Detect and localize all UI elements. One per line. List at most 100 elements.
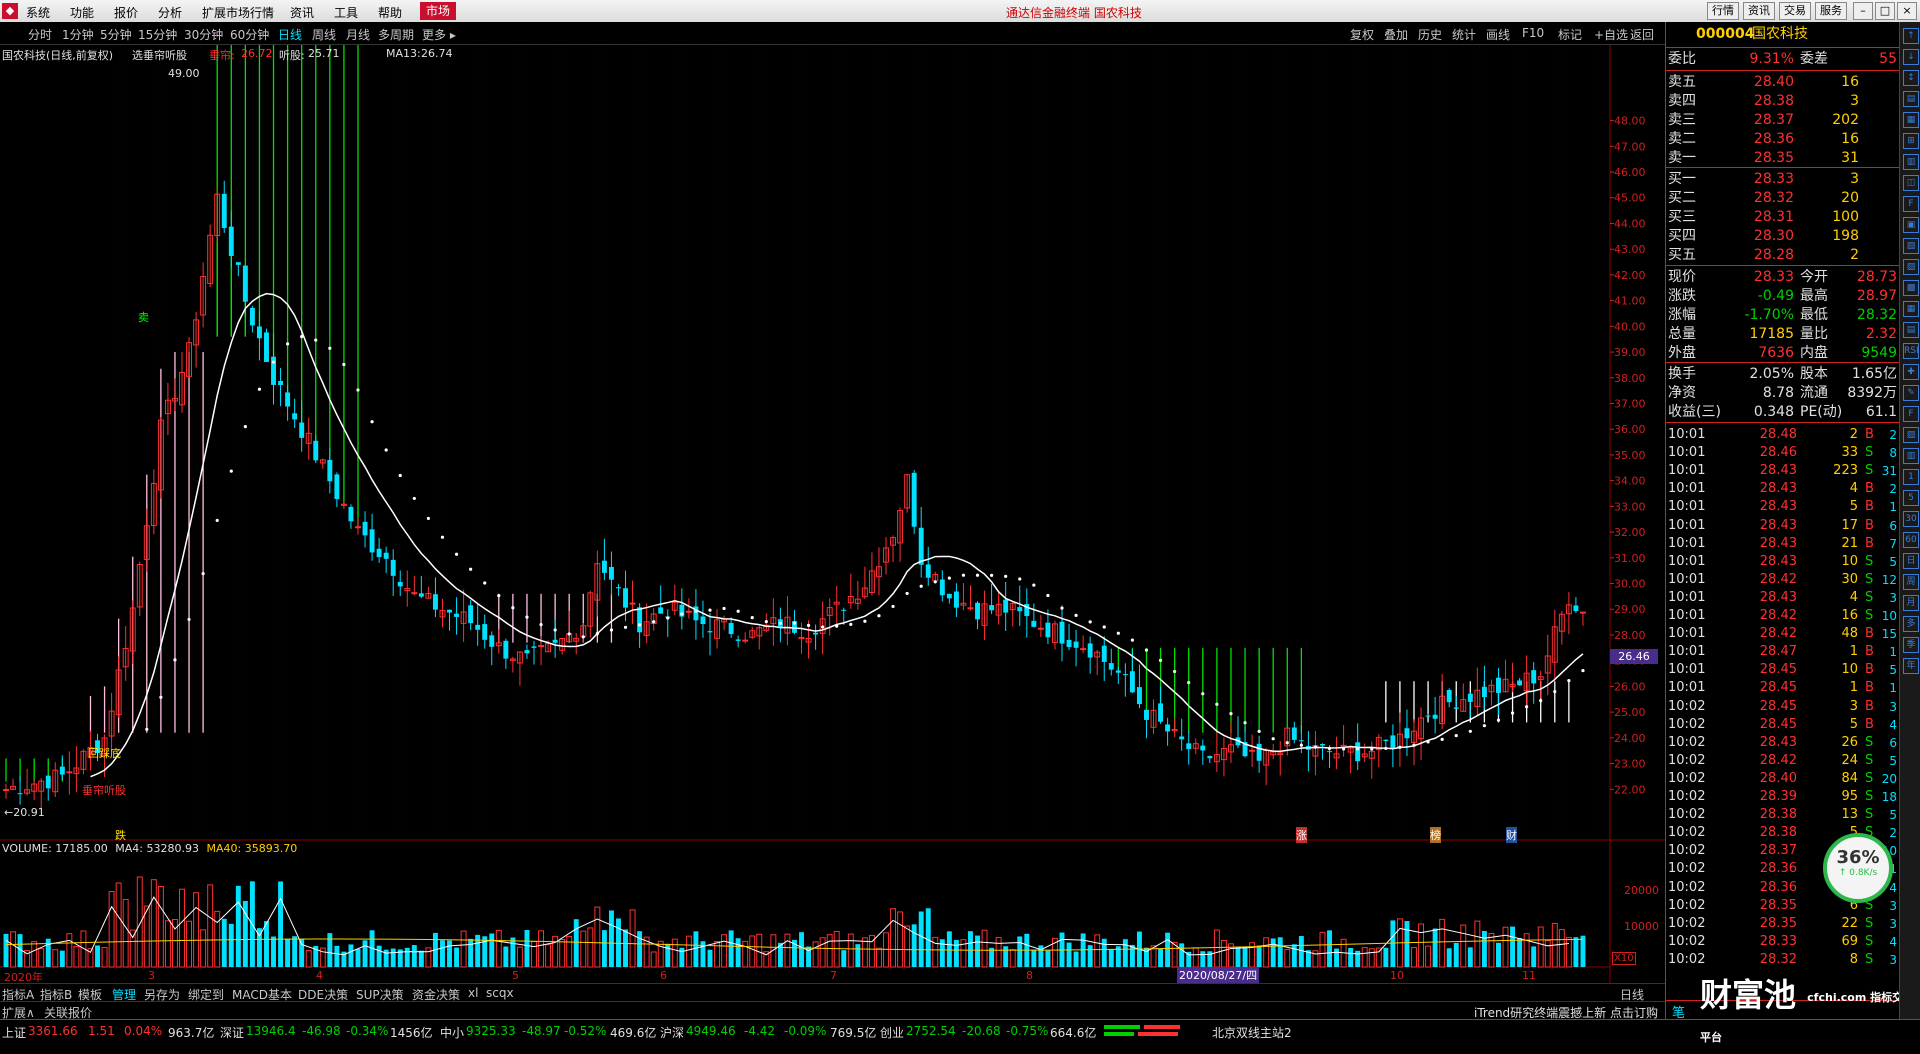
period-fenshi[interactable]: 分时 [28,26,52,43]
strip-tool-icon[interactable]: RSI [1903,343,1919,359]
sh-label[interactable]: 上证 [2,1024,26,1041]
tab-scqx[interactable]: scqx [486,986,514,1000]
strip-tool-icon[interactable]: ▦ [1903,301,1919,317]
sz-label[interactable]: 深证 [220,1024,244,1041]
tick-time: 10:01 [1668,517,1706,533]
mark-cai[interactable]: 财 [1506,827,1517,843]
period-60min[interactable]: 60分钟 [230,26,269,43]
volume-bar [728,930,734,967]
period-more[interactable]: 更多 ▸ [422,26,456,43]
tool-f10[interactable]: F10 [1522,26,1544,40]
ask-row[interactable]: 卖五 28.40 16 [1666,73,1899,92]
maximize-icon[interactable]: □ [1875,2,1895,20]
hs-label[interactable]: 沪深 [660,1024,684,1041]
strip-tool-icon[interactable]: ▥ [1903,448,1919,464]
menu-analysis[interactable]: 分析 [158,4,182,21]
tool-back[interactable]: 返回 [1630,26,1654,43]
tool-fuquan[interactable]: 复权 [1350,26,1374,43]
strip-tool-icon[interactable]: ▩ [1903,280,1919,296]
bid-row[interactable]: 买三 28.31 100 [1666,208,1899,227]
strip-tool-icon[interactable]: 1 [1903,469,1919,485]
close-icon[interactable]: × [1897,2,1917,20]
cy-label[interactable]: 创业 [880,1024,904,1041]
period-1min[interactable]: 1分钟 [62,26,94,43]
mark-die[interactable]: 跌 [115,827,126,843]
menu-news[interactable]: 资讯 [290,4,314,21]
strip-tool-icon[interactable]: 周 [1903,574,1919,590]
period-monthly[interactable]: 月线 [346,26,370,43]
minimize-icon[interactable]: – [1853,2,1873,20]
strip-tool-icon[interactable]: ✎ [1903,385,1919,401]
tab-xl[interactable]: xl [468,986,478,1000]
news-button[interactable]: 资讯 [1743,2,1775,20]
bid-row[interactable]: 买四 28.30 198 [1666,227,1899,246]
strip-tool-icon[interactable]: ⊞ [1903,133,1919,149]
strip-tool-icon[interactable]: F [1903,406,1919,422]
trade-button[interactable]: 交易 [1779,2,1811,20]
ask-row[interactable]: 卖二 28.36 16 [1666,130,1899,149]
quote-button[interactable]: 行情 [1707,2,1739,20]
strip-tool-icon[interactable]: 季 [1903,637,1919,653]
tool-add-watchlist[interactable]: +自选 [1594,26,1628,43]
tool-draw[interactable]: 画线 [1486,26,1510,43]
strip-tool-icon[interactable]: 年 [1903,658,1919,674]
tool-history[interactable]: 历史 [1418,26,1442,43]
bid-row[interactable]: 买五 28.28 2 [1666,246,1899,265]
period-multi[interactable]: 多周期 [378,26,414,43]
stat-value: 2.32 [1865,326,1897,342]
menu-tools[interactable]: 工具 [334,4,358,21]
volume-bar [1453,942,1459,967]
strip-tool-icon[interactable]: 60 [1903,532,1919,548]
strip-tool-icon[interactable]: ▨ [1903,259,1919,275]
strip-tool-icon[interactable]: ↓ [1903,49,1919,65]
strip-tool-icon[interactable]: ▤ [1903,322,1919,338]
menu-function[interactable]: 功能 [70,4,94,21]
bid-row[interactable]: 买一 28.33 3 [1666,170,1899,189]
ask-row[interactable]: 卖四 28.38 3 [1666,92,1899,111]
trend-dot [1426,740,1430,744]
indicator-name[interactable]: 选垂帘听股 [132,47,187,63]
ticks-tab[interactable]: 笔 [1672,1002,1685,1021]
tool-mark[interactable]: 标记 [1558,26,1582,43]
strip-tool-icon[interactable]: 30 [1903,511,1919,527]
ask-price: 28.37 [1753,112,1794,128]
ask-row[interactable]: 卖一 28.35 31 [1666,149,1899,168]
menu-quote[interactable]: 报价 [114,4,138,21]
strip-tool-icon[interactable]: F [1903,196,1919,212]
tool-stats[interactable]: 统计 [1452,26,1476,43]
strip-tool-icon[interactable]: 日 [1903,553,1919,569]
tool-overlay[interactable]: 叠加 [1384,26,1408,43]
menu-ext-market[interactable]: 扩展市场行情 [202,4,274,21]
y-tick-label: 26.00 [1614,680,1646,693]
strip-tool-icon[interactable]: 5 [1903,490,1919,506]
mark-zhang[interactable]: 涨 [1296,827,1307,843]
zx-label[interactable]: 中小 [440,1024,464,1041]
menu-help[interactable]: 帮助 [378,4,402,21]
strip-tool-icon[interactable]: ▤ [1903,91,1919,107]
strip-tool-icon[interactable]: ◫ [1903,175,1919,191]
period-daily[interactable]: 日线 [278,26,302,43]
period-weekly[interactable]: 周线 [312,26,336,43]
server-name[interactable]: 北京双线主站2 [1212,1024,1292,1041]
bid-row[interactable]: 买二 28.32 20 [1666,189,1899,208]
strip-tool-icon[interactable]: ▣ [1903,217,1919,233]
strip-tool-icon[interactable]: ↕ [1903,70,1919,86]
period-5min[interactable]: 5分钟 [100,26,132,43]
strip-tool-icon[interactable]: ✚ [1903,364,1919,380]
ask-row[interactable]: 卖三 28.37 202 [1666,111,1899,130]
strip-tool-icon[interactable]: ↑ [1903,28,1919,44]
strip-tool-icon[interactable]: ▥ [1903,154,1919,170]
strip-tool-icon[interactable]: 月 [1903,595,1919,611]
period-30min[interactable]: 30分钟 [184,26,223,43]
strip-tool-icon[interactable]: ▦ [1903,112,1919,128]
menu-system[interactable]: 系统 [26,4,50,21]
strip-tool-icon[interactable]: ▧ [1903,238,1919,254]
volume-bar [1087,945,1093,967]
mark-bang[interactable]: 榜 [1430,827,1441,843]
volume-bar [968,931,973,967]
period-15min[interactable]: 15分钟 [138,26,177,43]
strip-tool-icon[interactable]: ▧ [1903,427,1919,443]
market-button[interactable]: 市场 [420,2,457,20]
service-button[interactable]: 服务 [1815,2,1847,20]
strip-tool-icon[interactable]: 多 [1903,616,1919,632]
